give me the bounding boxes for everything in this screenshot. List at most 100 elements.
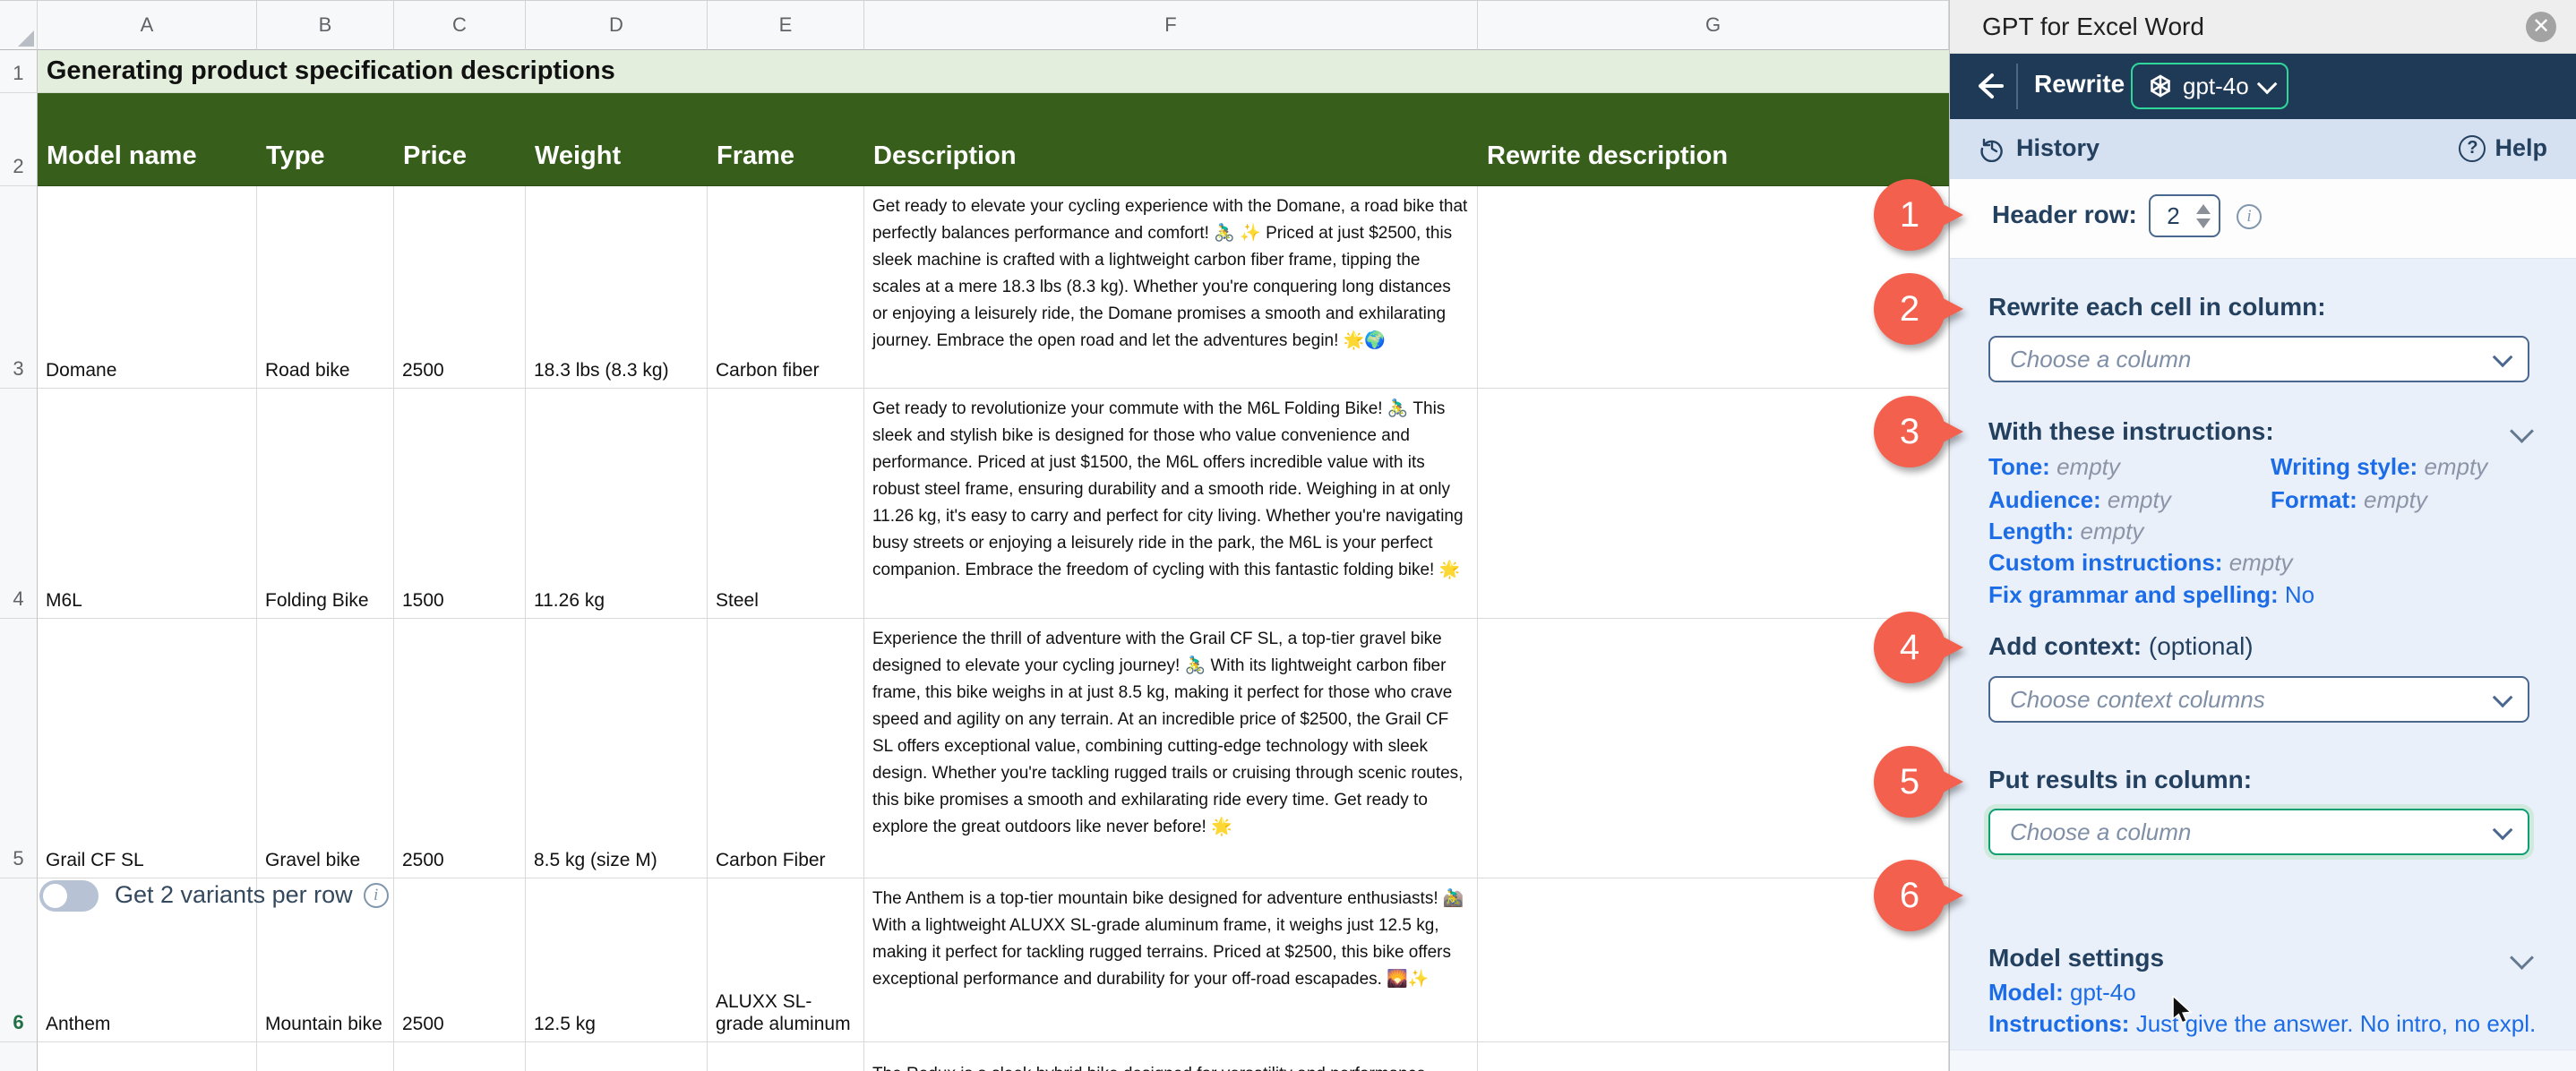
- cell-g7[interactable]: [1478, 1042, 1949, 1071]
- cell-b7[interactable]: [257, 1042, 394, 1071]
- header-cell-rewrite-description[interactable]: Rewrite description: [1478, 93, 1949, 186]
- cell-f3[interactable]: Get ready to elevate your cycling experi…: [864, 186, 1478, 389]
- cell-d3[interactable]: 18.3 lbs (8.3 kg): [526, 186, 708, 389]
- instruction-tone[interactable]: Tone: empty: [1988, 451, 2120, 482]
- annotation-balloon-4: 4: [1874, 612, 1945, 683]
- sheet-title-cell[interactable]: Generating product specification descrip…: [38, 50, 1949, 93]
- history-label: History: [2016, 134, 2099, 162]
- cell-d5[interactable]: 8.5 kg (size M): [526, 619, 708, 878]
- openai-logo-icon: [2147, 73, 2174, 99]
- model-settings-model[interactable]: Model: gpt-4o: [1988, 977, 2136, 1007]
- model-selector-button[interactable]: gpt-4o: [2131, 63, 2288, 109]
- model-settings-instructions[interactable]: Instructions: Just give the answer. No i…: [1988, 1008, 2535, 1039]
- column-header-strip: A B C D E F G: [0, 0, 1949, 50]
- column-header-c[interactable]: C: [394, 1, 526, 50]
- instruction-audience[interactable]: Audience: empty: [1988, 484, 2171, 515]
- header-cell-frame[interactable]: Frame: [708, 93, 864, 186]
- instruction-format[interactable]: Format: empty: [2271, 484, 2427, 515]
- info-icon[interactable]: i: [2237, 204, 2262, 229]
- put-results-placeholder: Choose a column: [2010, 818, 2494, 846]
- put-results-label: Put results in column:: [1988, 764, 2252, 796]
- cell-c7[interactable]: [394, 1042, 526, 1071]
- back-arrow-icon[interactable]: [1970, 68, 2005, 104]
- cell-e5[interactable]: Carbon Fiber: [708, 619, 864, 878]
- column-header-e[interactable]: E: [708, 1, 864, 50]
- row-header-2[interactable]: 2: [0, 93, 38, 186]
- column-header-a[interactable]: A: [38, 1, 257, 50]
- cell-a7[interactable]: [38, 1042, 257, 1071]
- instruction-custom[interactable]: Custom instructions: empty: [1988, 547, 2293, 578]
- row-header-6[interactable]: 6: [0, 878, 38, 1042]
- help-button[interactable]: ? Help: [2459, 134, 2547, 162]
- header-cell-weight[interactable]: Weight: [526, 93, 708, 186]
- cell-d6[interactable]: 12.5 kg: [526, 878, 708, 1042]
- cell-f7[interactable]: The Redux is a sleek hybrid bike designe…: [864, 1042, 1478, 1071]
- header-cell-description[interactable]: Description: [864, 93, 1478, 186]
- select-all-corner[interactable]: [0, 1, 38, 50]
- column-header-d[interactable]: D: [526, 1, 708, 50]
- header-cell-model-name[interactable]: Model name: [38, 93, 257, 186]
- header-cell-price[interactable]: Price: [394, 93, 526, 186]
- cell-f5[interactable]: Experience the thrill of adventure with …: [864, 619, 1478, 878]
- stepper-arrows-icon[interactable]: [2196, 204, 2211, 228]
- sheet-row-2: 2 Model name Type Price Weight Frame Des…: [0, 93, 1949, 186]
- pane-bottom-strip: [1950, 1050, 2576, 1071]
- chevron-down-icon: [2493, 347, 2513, 368]
- row-header-7[interactable]: [0, 1042, 38, 1071]
- instruction-length[interactable]: Length: empty: [1988, 516, 2143, 546]
- cell-c5[interactable]: 2500: [394, 619, 526, 878]
- row-header-3[interactable]: 3: [0, 186, 38, 389]
- rewrite-column-label: Rewrite each cell in column:: [1988, 291, 2326, 323]
- close-icon[interactable]: ✕: [2526, 12, 2556, 42]
- sheet-row-5: 5 Grail CF SL Gravel bike 2500 8.5 kg (s…: [0, 619, 1949, 878]
- cell-e6[interactable]: ALUXX SL-grade aluminum: [708, 878, 864, 1042]
- column-header-g[interactable]: G: [1478, 1, 1949, 50]
- spreadsheet: A B C D E F G 1 Generating product speci…: [0, 0, 1949, 1071]
- pane-toolbar: Rewrite gpt-4o: [1950, 54, 2576, 119]
- header-cell-type[interactable]: Type: [257, 93, 394, 186]
- cell-d4[interactable]: 11.26 kg: [526, 389, 708, 619]
- cell-a5[interactable]: Grail CF SL: [38, 619, 257, 878]
- row-header-5[interactable]: 5: [0, 619, 38, 878]
- history-button[interactable]: History: [1979, 134, 2099, 162]
- cell-e4[interactable]: Steel: [708, 389, 864, 619]
- optional-hint: (optional): [2149, 632, 2254, 660]
- put-results-dropdown[interactable]: Choose a column: [1988, 809, 2529, 855]
- instruction-writing-style[interactable]: Writing style: empty: [2271, 451, 2487, 482]
- cell-e3[interactable]: Carbon fiber: [708, 186, 864, 389]
- action-title: Rewrite: [2034, 70, 2125, 99]
- annotation-balloon-3: 3: [1874, 396, 1945, 467]
- cell-b3[interactable]: Road bike: [257, 186, 394, 389]
- add-context-placeholder: Choose context columns: [2010, 686, 2494, 714]
- variants-toggle-label: Get 2 variants per row i: [115, 881, 389, 909]
- help-icon: ?: [2459, 135, 2486, 162]
- row-header-4[interactable]: 4: [0, 389, 38, 619]
- rewrite-column-dropdown[interactable]: Choose a column: [1988, 336, 2529, 382]
- annotation-balloon-6: 6: [1874, 860, 1945, 931]
- history-bar: History ? Help: [1950, 119, 2576, 179]
- cell-b4[interactable]: Folding Bike: [257, 389, 394, 619]
- header-row-stepper[interactable]: 2: [2149, 194, 2220, 237]
- column-header-b[interactable]: B: [257, 1, 394, 50]
- help-label: Help: [2494, 134, 2547, 162]
- cell-f6[interactable]: The Anthem is a top-tier mountain bike d…: [864, 878, 1478, 1042]
- column-header-f[interactable]: F: [864, 1, 1478, 50]
- cell-d7[interactable]: [526, 1042, 708, 1071]
- sheet-row-7: The Redux is a sleek hybrid bike designe…: [0, 1042, 1949, 1071]
- info-icon[interactable]: i: [364, 883, 389, 908]
- cell-b5[interactable]: Gravel bike: [257, 619, 394, 878]
- cell-c4[interactable]: 1500: [394, 389, 526, 619]
- cell-a3[interactable]: Domane: [38, 186, 257, 389]
- instruction-fix-grammar[interactable]: Fix grammar and spelling: No: [1988, 579, 2314, 610]
- cell-c6[interactable]: 2500: [394, 878, 526, 1042]
- cell-f4[interactable]: Get ready to revolutionize your commute …: [864, 389, 1478, 619]
- cell-c3[interactable]: 2500: [394, 186, 526, 389]
- cell-a4[interactable]: M6L: [38, 389, 257, 619]
- row-header-1[interactable]: 1: [0, 50, 38, 93]
- cell-e7[interactable]: [708, 1042, 864, 1071]
- add-context-dropdown[interactable]: Choose context columns: [1988, 676, 2529, 723]
- history-icon: [1979, 135, 2005, 162]
- variants-toggle[interactable]: [39, 880, 99, 912]
- sheet-row-4: 4 M6L Folding Bike 1500 11.26 kg Steel G…: [0, 389, 1949, 619]
- add-context-label: Add context: (optional): [1988, 630, 2254, 663]
